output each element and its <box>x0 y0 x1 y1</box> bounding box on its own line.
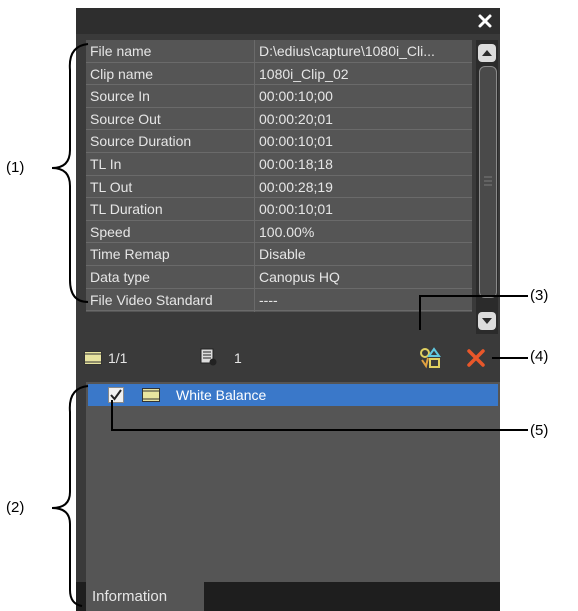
leader-3 <box>419 295 528 330</box>
bracket-2 <box>51 385 89 607</box>
leader-5 <box>111 400 528 431</box>
callout-leaders <box>51 43 528 607</box>
bracket-1 <box>51 43 89 303</box>
